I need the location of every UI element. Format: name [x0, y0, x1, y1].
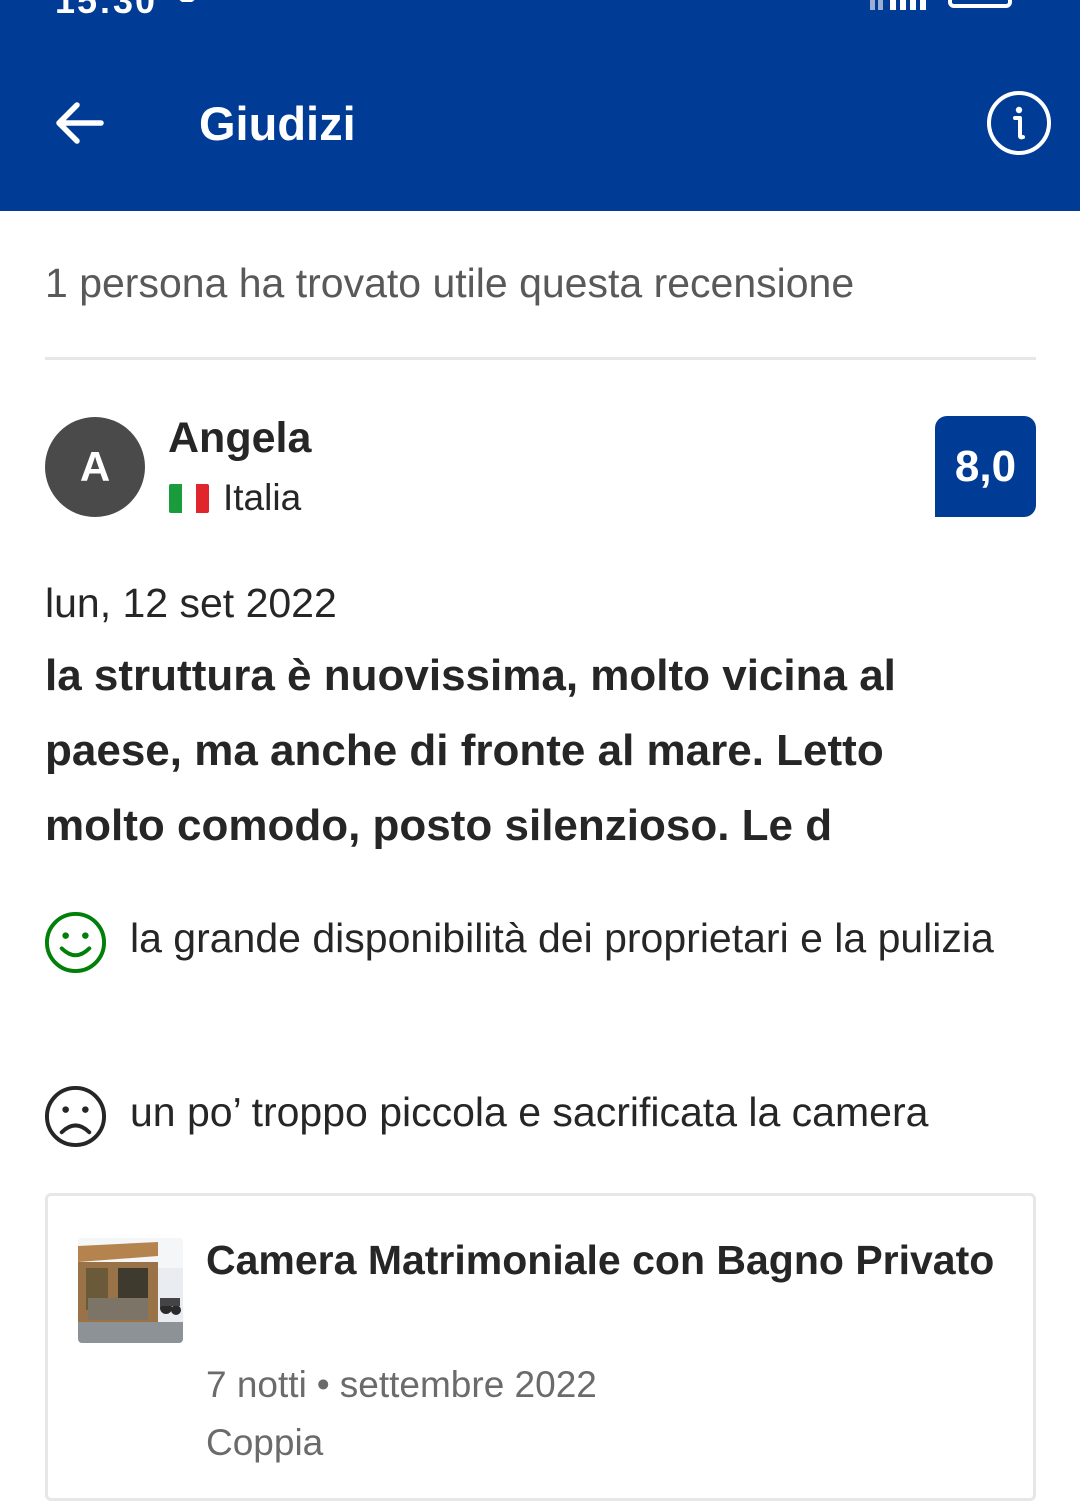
reviewer-country: Italia — [223, 477, 302, 518]
helpful-count: 1 persona ha trovato utile questa recens… — [45, 260, 855, 306]
bullet-separator: • — [316, 1364, 330, 1405]
avatar: A — [45, 417, 145, 517]
battery-icon — [948, 0, 1012, 8]
review-title: la struttura è nuovissima, molto vicina … — [45, 651, 896, 850]
signal-icon — [870, 0, 926, 10]
status-bar: 15:30 — [0, 0, 1080, 22]
positive-text: la grande disponibilità dei proprietari … — [130, 915, 994, 961]
room-stay: 7 notti • settembre 2022 — [206, 1362, 597, 1408]
info-button[interactable] — [984, 88, 1054, 158]
room-card[interactable]: Camera Matrimoniale con Bagno Privato 7 … — [45, 1193, 1036, 1501]
stay-month: settembre 2022 — [339, 1364, 597, 1405]
info-circle-icon — [987, 91, 1051, 155]
traveler-type: Coppia — [206, 1422, 324, 1463]
italy-flag-icon — [169, 484, 209, 513]
score-badge: 8,0 — [935, 416, 1036, 517]
smiley-sad-icon — [44, 1085, 107, 1148]
divider — [45, 357, 1036, 360]
app-bar: 15:30 Giudizi — [0, 0, 1080, 211]
arrow-left-icon — [56, 102, 104, 144]
page-title: Giudizi — [199, 97, 356, 150]
room-thumbnail — [78, 1238, 183, 1343]
status-time: 15:30 — [55, 0, 158, 21]
review-date: lun, 12 set 2022 — [45, 580, 337, 626]
notification-icon — [179, 0, 195, 2]
negative-text: un po’ troppo piccola e sacrificata la c… — [130, 1089, 929, 1135]
nights-count: 7 notti — [206, 1364, 307, 1405]
reviewer-name: Angela — [168, 414, 312, 462]
room-name: Camera Matrimoniale con Bagno Privato — [206, 1237, 995, 1283]
smiley-happy-icon — [44, 911, 107, 974]
back-button[interactable] — [44, 88, 114, 158]
